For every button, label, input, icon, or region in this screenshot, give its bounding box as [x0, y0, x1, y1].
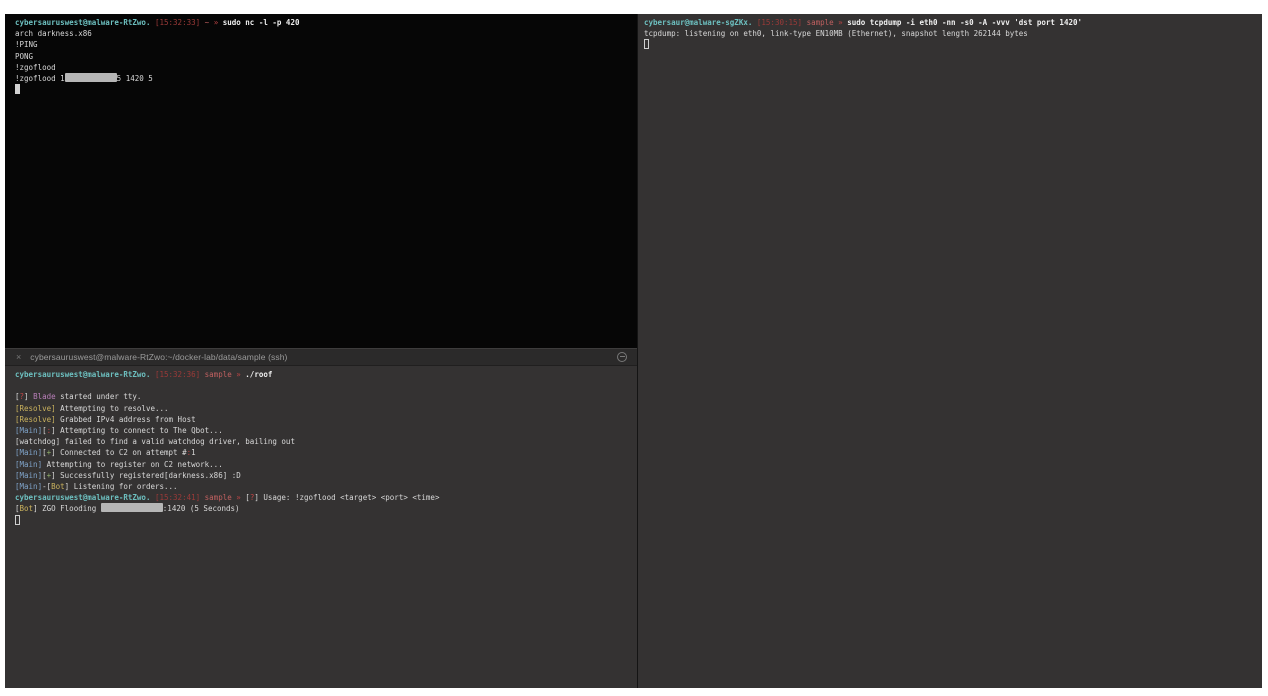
text-segment: [Main]	[15, 471, 42, 480]
text-segment: started under tty.	[56, 392, 142, 401]
terminal-line: [Main]-[Bot] Listening for orders...	[15, 481, 633, 492]
text-segment: ]	[24, 392, 33, 401]
text-segment: [Resolve]	[15, 404, 56, 413]
text-segment: [15:32:33]	[155, 18, 200, 27]
terminal-cursor	[644, 39, 649, 49]
redaction-box	[65, 73, 117, 82]
text-segment: !zgoflood	[15, 63, 56, 72]
pane-bot-session[interactable]: cybersauruswest@malware-RtZwo. [15:32:36…	[5, 366, 637, 688]
pane-netcat-listener[interactable]: cybersauruswest@malware-RtZwo. [15:32:33…	[5, 14, 637, 348]
terminal-line	[644, 39, 1258, 50]
text-segment: Attempting to resolve...	[56, 404, 169, 413]
terminal-line: !zgoflood	[15, 62, 633, 73]
close-icon[interactable]: ×	[16, 352, 21, 362]
text-segment: ] ZGO Flooding	[33, 504, 101, 513]
tab-title: cybersauruswest@malware-RtZwo:~/docker-l…	[30, 352, 287, 362]
text-segment: Bot	[20, 504, 34, 513]
terminal-line: [?] Blade started under tty.	[15, 391, 633, 402]
text-segment: [watchdog] failed to find a valid watchd…	[15, 437, 295, 446]
text-segment: [Main]	[15, 426, 42, 435]
text-segment: [15:32:36]	[155, 370, 200, 379]
terminal-line: cybersaur@malware-sgZKx. [15:30:15] samp…	[644, 17, 1258, 28]
pane-tcpdump[interactable]: cybersaur@malware-sgZKx. [15:30:15] samp…	[638, 14, 1262, 688]
terminal-line	[15, 515, 633, 526]
text-segment: Grabbed IPv4 address from Host	[56, 415, 196, 424]
text-segment: cybersauruswest@malware-RtZwo.	[15, 370, 150, 379]
terminal-line: [watchdog] failed to find a valid watchd…	[15, 436, 633, 447]
terminal-line: [Main][+] Connected to C2 on attempt #:1	[15, 447, 633, 458]
terminal-line: cybersauruswest@malware-RtZwo. [15:32:36…	[15, 369, 633, 380]
redaction-box	[101, 503, 163, 512]
right-column: cybersaur@malware-sgZKx. [15:30:15] samp…	[638, 14, 1262, 688]
terminal-line: [Bot] ZGO Flooding :1420 (5 Seconds)	[15, 503, 633, 514]
text-segment: [Main]	[15, 482, 42, 491]
text-segment: ] Connected to C2 on attempt #	[51, 448, 186, 457]
terminal-line: tcpdump: listening on eth0, link-type EN…	[644, 28, 1258, 39]
tab-bar: × cybersauruswest@malware-RtZwo:~/docker…	[5, 348, 637, 366]
minimize-icon[interactable]	[617, 352, 627, 362]
text-segment: [15:30:15]	[757, 18, 802, 27]
text-segment: ] Listening for orders...	[65, 482, 178, 491]
text-segment: cybersaur@malware-sgZKx.	[644, 18, 752, 27]
terminal-line: !PING	[15, 39, 633, 50]
terminal-line: [Main][+] Successfully registered[darkne…	[15, 470, 633, 481]
text-segment: cybersauruswest@malware-RtZwo.	[15, 493, 150, 502]
text-segment: -[	[42, 482, 51, 491]
text-segment: ] Attempting to connect to The Qbot...	[51, 426, 223, 435]
text-segment: [15:32:41]	[155, 493, 200, 502]
terminal-line: cybersauruswest@malware-RtZwo. [15:32:33…	[15, 17, 633, 28]
terminal-cursor	[15, 515, 20, 525]
text-segment: cybersauruswest@malware-RtZwo.	[15, 18, 150, 27]
text-segment: sudo nc -l -p 420	[223, 18, 300, 27]
terminal-line: [Resolve] Grabbed IPv4 address from Host	[15, 414, 633, 425]
text-segment: Bot	[51, 482, 65, 491]
terminal-line: [Main][:] Attempting to connect to The Q…	[15, 425, 633, 436]
terminal-window: cybersauruswest@malware-RtZwo. [15:32:33…	[5, 14, 1262, 688]
text-segment: ] Successfully registered[darkness.x86] …	[51, 471, 241, 480]
left-column: cybersauruswest@malware-RtZwo. [15:32:33…	[5, 14, 638, 688]
text-segment: 1	[191, 448, 196, 457]
text-segment: tcpdump: listening on eth0, link-type EN…	[644, 29, 1028, 38]
terminal-line: [Resolve] Attempting to resolve...	[15, 403, 633, 414]
text-segment: sample	[205, 493, 232, 502]
text-segment: ./roof	[245, 370, 272, 379]
text-segment: Blade	[33, 392, 56, 401]
text-segment: sample	[205, 370, 232, 379]
text-segment: PONG	[15, 52, 33, 61]
terminal-line: arch darkness.x86	[15, 28, 633, 39]
text-segment: Attempting to register on C2 network...	[42, 460, 223, 469]
terminal-line: cybersauruswest@malware-RtZwo. [15:32:41…	[15, 492, 633, 503]
text-segment: [Main]	[15, 448, 42, 457]
text-segment: [Resolve]	[15, 415, 56, 424]
text-segment: [Main]	[15, 460, 42, 469]
text-segment: sample	[807, 18, 834, 27]
text-segment: arch darkness.x86	[15, 29, 92, 38]
text-segment: !zgoflood 1	[15, 74, 65, 83]
terminal-line: [Main] Attempting to register on C2 netw…	[15, 459, 633, 470]
text-segment: !PING	[15, 40, 38, 49]
text-segment: 5 1420 5	[117, 74, 153, 83]
text-segment: ] Usage: !zgoflood <target> <port> <time…	[254, 493, 439, 502]
terminal-line	[15, 380, 633, 391]
text-segment: sudo tcpdump -i eth0 -nn -s0 -A -vvv 'ds…	[847, 18, 1082, 27]
terminal-line	[15, 84, 633, 95]
text-segment: :1420 (5 Seconds)	[163, 504, 240, 513]
terminal-line: PONG	[15, 51, 633, 62]
terminal-line: !zgoflood 1 5 1420 5	[15, 73, 633, 84]
terminal-cursor	[15, 84, 20, 94]
